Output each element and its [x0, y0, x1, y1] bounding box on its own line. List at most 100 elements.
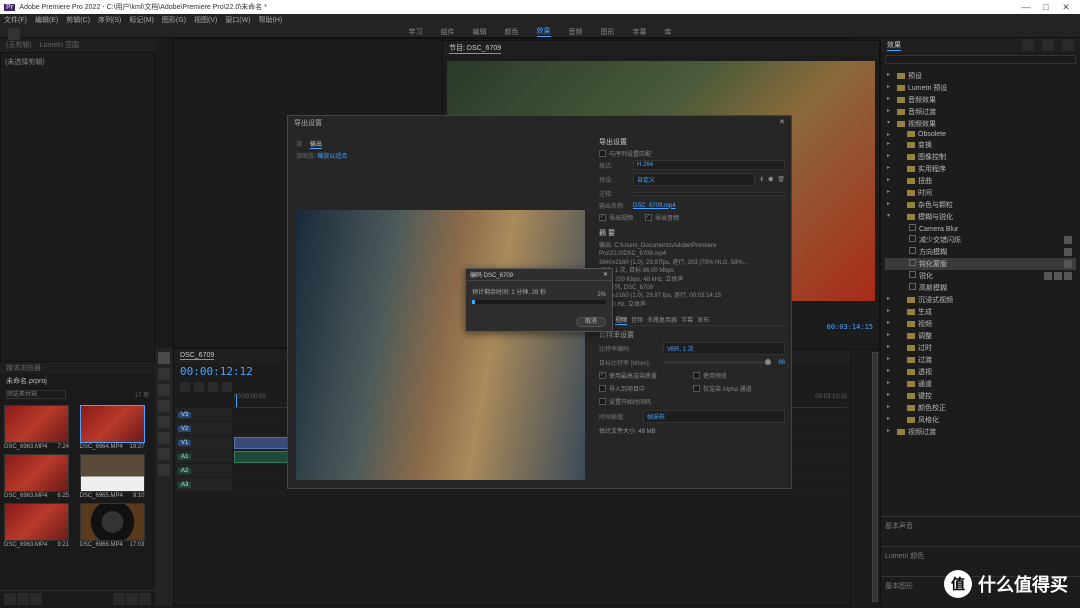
tab-mux[interactable]: 多路复用器: [647, 315, 677, 325]
tab-publish[interactable]: 发布: [697, 315, 709, 325]
project-filter-input[interactable]: [6, 390, 66, 399]
effects-tab[interactable]: 效果: [887, 40, 901, 51]
effects-tree[interactable]: 预设Lumetri 预设音频效果音频过渡视频效果Obsolete变换图像控制实用…: [881, 66, 1080, 512]
delete-preset-icon[interactable]: 🗑: [777, 176, 785, 183]
effects-search[interactable]: [885, 55, 1076, 64]
program-tc-right[interactable]: 00:03:14:15: [827, 323, 873, 331]
effects-preset-icon[interactable]: [1022, 39, 1034, 51]
effect-item[interactable]: 钝化蒙版: [885, 258, 1076, 270]
ws-effects[interactable]: 效果: [537, 26, 551, 37]
slip-tool[interactable]: [158, 416, 170, 428]
ws-graphics[interactable]: 图形: [601, 27, 615, 37]
export-preview-image[interactable]: [296, 210, 585, 480]
new-bin-icon[interactable]: [113, 593, 125, 605]
effects-preset-icon3[interactable]: [1062, 39, 1074, 51]
tab-output[interactable]: 输出: [310, 139, 322, 149]
marker-icon[interactable]: [208, 382, 218, 392]
clip-thumbnail[interactable]: [80, 405, 145, 443]
progress-close-icon[interactable]: ✕: [603, 271, 608, 278]
folder-item[interactable]: 调整: [885, 330, 1076, 342]
folder-item[interactable]: 实用程序: [885, 163, 1076, 175]
new-item-icon[interactable]: [126, 593, 138, 605]
bitrate-slider[interactable]: [663, 361, 771, 364]
essential-sound-panel[interactable]: 基本声音: [881, 516, 1080, 546]
type-tool[interactable]: [158, 464, 170, 476]
timeline-tab[interactable]: DSC_6709: [180, 352, 214, 360]
clip-thumbnail[interactable]: [4, 503, 69, 541]
timeline-timecode[interactable]: 00:00:12:12: [180, 365, 253, 378]
folder-item[interactable]: 生成: [885, 306, 1076, 318]
tab-lumetri-scopes[interactable]: Lumetri 范围: [40, 40, 79, 50]
dialog-close-icon[interactable]: ✕: [779, 118, 785, 129]
folder-item[interactable]: 颜色校正: [885, 402, 1076, 414]
cb-alpha-only[interactable]: [693, 385, 700, 392]
ws-audio[interactable]: 音频: [569, 27, 583, 37]
folder-item[interactable]: 变换: [885, 139, 1076, 151]
maximize-button[interactable]: □: [1036, 2, 1056, 12]
selection-tool[interactable]: [158, 352, 170, 364]
menu-marker[interactable]: 标记(M): [129, 15, 154, 25]
menu-graphics[interactable]: 图形(G): [162, 15, 186, 25]
snap-icon[interactable]: [180, 382, 190, 392]
tab-no-clip[interactable]: (无剪辑): [6, 40, 32, 50]
project-item[interactable]: DSC_6963.MP47:24: [4, 405, 69, 450]
save-preset-icon[interactable]: ⬇: [759, 176, 764, 183]
project-item[interactable]: DSC_6965.MP49:10: [80, 454, 145, 499]
ws-color[interactable]: 颜色: [505, 27, 519, 37]
close-button[interactable]: ✕: [1056, 2, 1076, 13]
cb-max-render[interactable]: [599, 372, 606, 379]
clip-thumbnail[interactable]: [80, 454, 145, 492]
folder-item[interactable]: 过时: [885, 342, 1076, 354]
progress-cancel-button[interactable]: 取消: [576, 317, 606, 327]
folder-item[interactable]: 扭曲: [885, 175, 1076, 187]
razor-tool[interactable]: [158, 400, 170, 412]
tab-media-browser[interactable]: 媒体浏览器: [6, 363, 41, 373]
cb-export-video[interactable]: [599, 214, 606, 221]
import-preset-icon[interactable]: ⬢: [768, 176, 773, 183]
folder-item[interactable]: 音频效果: [885, 94, 1076, 106]
folder-item[interactable]: 透视: [885, 366, 1076, 378]
ripple-edit-tool[interactable]: [158, 384, 170, 396]
effect-item[interactable]: Camera Blur: [885, 223, 1076, 234]
cb-use-previews[interactable]: [693, 372, 700, 379]
effect-item[interactable]: 锐化: [885, 270, 1076, 282]
track-select-tool[interactable]: [158, 368, 170, 380]
hand-tool[interactable]: [158, 448, 170, 460]
effect-item[interactable]: 高斯模糊: [885, 282, 1076, 294]
folder-item[interactable]: 预设: [885, 70, 1076, 82]
menu-help[interactable]: 帮助(H): [259, 15, 283, 25]
project-item[interactable]: DSC_6963.MP49:21: [4, 503, 69, 548]
project-crumb[interactable]: 未命名.prproj: [6, 376, 47, 386]
cb-start-tc[interactable]: [599, 398, 606, 405]
project-item[interactable]: DSC_6963.MP46:25: [4, 454, 69, 499]
bitrate-encoding-select[interactable]: VBR, 1 次: [663, 342, 785, 355]
ws-captions[interactable]: 字幕: [633, 27, 647, 37]
folder-item[interactable]: 视频: [885, 318, 1076, 330]
menu-edit[interactable]: 编辑(E): [35, 15, 58, 25]
interp-select[interactable]: 帧采样: [643, 410, 785, 423]
cb-match-sequence[interactable]: [599, 150, 606, 157]
clip-thumbnail[interactable]: [4, 454, 69, 492]
format-select[interactable]: H.264: [633, 160, 785, 170]
menu-view[interactable]: 视图(V): [194, 15, 217, 25]
ws-libraries[interactable]: 库: [665, 27, 672, 37]
folder-item[interactable]: 时间: [885, 187, 1076, 199]
folder-item[interactable]: 通道: [885, 378, 1076, 390]
home-icon[interactable]: [8, 28, 20, 40]
folder-item[interactable]: 音频过渡: [885, 106, 1076, 118]
ws-edit[interactable]: 编辑: [473, 27, 487, 37]
ws-assembly[interactable]: 组件: [441, 27, 455, 37]
minimize-button[interactable]: —: [1016, 2, 1036, 12]
preset-select[interactable]: 自定义: [633, 173, 755, 186]
icon-view-icon[interactable]: [17, 593, 29, 605]
folder-item[interactable]: 风格化: [885, 414, 1076, 426]
folder-item[interactable]: 视频效果: [885, 118, 1076, 130]
output-name-link[interactable]: DSC_6709.mp4: [633, 203, 676, 209]
menu-file[interactable]: 文件(F): [4, 15, 27, 25]
effects-preset-icon2[interactable]: [1042, 39, 1054, 51]
list-view-icon[interactable]: [4, 593, 16, 605]
effect-item[interactable]: 方向模糊: [885, 246, 1076, 258]
menu-window[interactable]: 窗口(W): [225, 15, 250, 25]
folder-item[interactable]: Lumetri 预设: [885, 82, 1076, 94]
linked-sel-icon[interactable]: [194, 382, 204, 392]
